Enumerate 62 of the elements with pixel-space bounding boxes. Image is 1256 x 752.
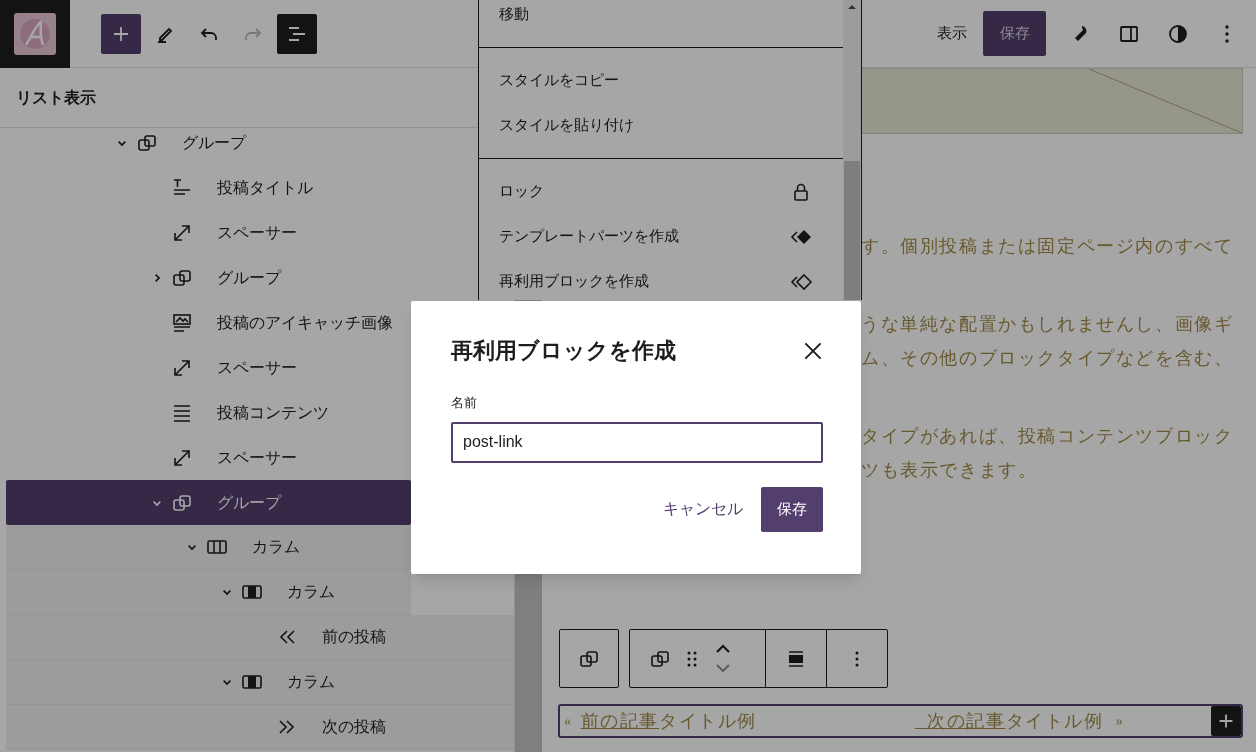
paragraph-line: ム、その他のブロックタイプなどを含む、 [861,347,1235,370]
block-label: スペーサー [217,222,297,243]
block-label: 次の投稿 [322,717,386,737]
field-label: 名前 [451,394,478,412]
block-label: カラム [287,672,335,692]
menu-item[interactable]: 移動 [479,0,843,37]
list-item[interactable]: グループ [6,255,478,300]
block-label: スペーサー [217,447,297,468]
chevron-up-icon [716,644,730,653]
paragraph-line: うな単純な配置かもしれませんし、画像ギ [861,313,1235,336]
list-item[interactable]: カラム [6,660,514,705]
list-item[interactable]: 投稿のアイキャッチ画像 [6,300,411,345]
block-label: 投稿のアイキャッチ画像 [217,312,393,333]
list-item[interactable]: 投稿コンテンツ [6,390,411,435]
block-label: グループ [217,492,281,513]
block-label: 投稿タイトル [217,177,313,198]
site-logo-icon[interactable] [14,12,56,55]
list-item[interactable]: グループ [6,480,411,525]
view-button[interactable]: 表示 [925,11,979,56]
post-title-text: タイトル例 [1005,709,1104,733]
block-label: 投稿コンテンツ [217,402,329,423]
add-block-button[interactable] [1211,706,1241,736]
cancel-button[interactable]: キャンセル [663,497,743,521]
list-item[interactable]: スペーサー [6,345,411,390]
list-item[interactable]: スペーサー [6,210,478,255]
menu-item[interactable]: テンプレートパーツを作成 [479,214,843,259]
inserter-button[interactable] [101,13,141,54]
list-item[interactable]: グループ [6,128,478,165]
save-button[interactable]: 保存 [761,486,823,532]
block-label: グループ [182,132,246,153]
block-type-button[interactable] [559,629,619,688]
more-vertical-icon [1225,24,1229,43]
block-label: スペーサー [217,357,297,378]
list-item[interactable]: 投稿タイトル [6,165,478,210]
block-label: グループ [217,267,281,288]
menu-item[interactable]: ロック [479,169,843,214]
chevron-down-icon [716,664,730,673]
panel-title: リスト表示 [16,87,96,108]
menu-item[interactable]: スタイルをコピー [479,58,843,103]
list-item[interactable]: 次の投稿 [6,705,514,750]
list-item[interactable]: スペーサー [6,435,411,480]
paragraph-line: ツも表示できます。 [861,459,1039,482]
arrow-text: » [1115,712,1125,731]
name-field[interactable]: post-link [451,421,823,463]
post-title-text: タイトル例 [659,709,757,733]
block-label: 前の投稿 [322,627,386,647]
list-item[interactable]: カラム [6,525,411,570]
dialog-title: 再利用ブロックを作成 [451,337,676,365]
save-button[interactable]: 保存 [983,11,1046,56]
block-label: カラム [287,582,335,602]
block-label: カラム [252,537,300,557]
list-item[interactable]: 前の投稿 [6,615,514,660]
more-vertical-icon [855,650,859,667]
scroll-up-icon[interactable] [847,3,857,11]
menu-item[interactable]: 再利用ブロックを作成 [479,259,843,300]
paragraph-line: す。個別投稿または固定ページ内のすべて [861,235,1235,258]
list-view-button[interactable] [277,13,317,54]
paragraph-line: タイプがあれば、投稿コンテンツブロック [861,425,1235,448]
menu-item[interactable]: スタイルを貼り付け [479,103,843,148]
list-item[interactable]: カラム [6,570,411,615]
scrollbar-thumb[interactable] [844,161,860,300]
arrow-text: « [564,712,573,731]
